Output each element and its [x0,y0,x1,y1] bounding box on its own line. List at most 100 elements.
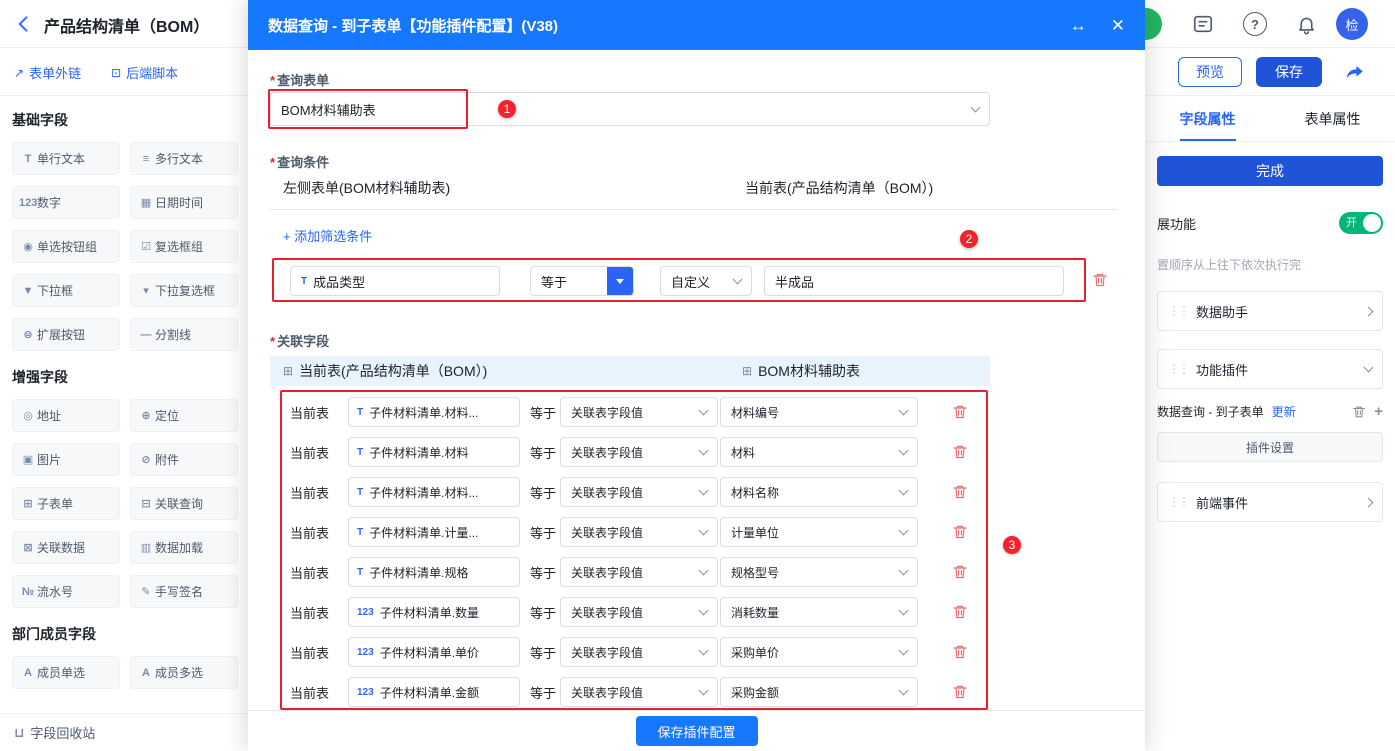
condition-right-header: 当前表(产品结构清单（BOM）) [745,178,933,198]
field-type-item[interactable]: ☑ 复选框组 [130,230,238,263]
app-panel-icon[interactable] [1191,12,1215,36]
field-type-item[interactable]: № 流水号 [12,575,120,608]
field-type-item[interactable]: ⊕ 定位 [130,399,238,432]
toolbar-link[interactable]: ⊡ 后端脚本 [111,63,178,82]
add-filter-link[interactable]: + 添加筛选条件 [283,226,372,245]
back-icon[interactable] [14,14,34,34]
row-delete-icon[interactable] [952,404,968,420]
field-type-item[interactable]: ▥ 数据加载 [130,531,238,564]
field-type-item[interactable]: — 分割线 [130,318,238,351]
save-plugin-config-button[interactable]: 保存插件配置 [636,716,758,746]
field-type-icon: ✎ [137,585,155,598]
toolbar-link[interactable]: ↗ 表单外链 [14,63,81,82]
source-field-select[interactable]: 123 子件材料清单.数量 [348,597,520,627]
properties-panel: 字段属性 表单属性 完成 展功能 开 置顺序从上往下依次执行完 ⋮⋮ 数据助手 … [1145,96,1395,751]
data-helper-section[interactable]: ⋮⋮ 数据助手 [1157,291,1383,331]
filter-delete-icon[interactable] [1092,272,1108,288]
page-title: 产品结构清单（BOM） [44,13,209,37]
target-field-select[interactable]: 规格型号 [720,557,918,587]
field-type-item[interactable]: ▼ 下拉框 [12,274,120,307]
relation-row: 当前表 T 子件材料清单.材料 等于 关联表字段值 材料 [270,432,1040,472]
expand-dialog-icon[interactable]: ↔ [1070,17,1087,34]
row-delete-icon[interactable] [952,444,968,460]
value-source-select[interactable]: 关联表字段值 [560,557,718,587]
field-type-item[interactable]: ≡ 多行文本 [130,142,238,175]
field-type-item[interactable]: ⊟ 关联查询 [130,487,238,520]
source-field-select[interactable]: 123 子件材料清单.金额 [348,677,520,707]
row-operator-label: 等于 [530,483,560,502]
tab-field-properties[interactable]: 字段属性 [1145,96,1270,141]
source-field-select[interactable]: T 子件材料清单.材料... [348,397,520,427]
extend-feature-toggle[interactable]: 开 [1339,212,1383,234]
tab-form-properties[interactable]: 表单属性 [1270,96,1395,141]
function-plugins-section[interactable]: ⋮⋮ 功能插件 [1157,349,1383,389]
target-field-select[interactable]: 采购单价 [720,637,918,667]
chevron-down-icon [899,646,909,656]
field-recycle-bin[interactable]: ⊔ 字段回收站 [0,713,250,751]
plugin-add-icon[interactable]: + [1374,405,1383,419]
plugin-settings-button[interactable]: 插件设置 [1157,432,1383,462]
plugin-delete-icon[interactable] [1352,405,1366,419]
target-field-select[interactable]: 材料编号 [720,397,918,427]
value-source-select[interactable]: 关联表字段值 [560,397,718,427]
filter-value-type-select[interactable]: 自定义 [660,266,752,296]
done-button[interactable]: 完成 [1157,156,1383,186]
field-type-item[interactable]: ▣ 图片 [12,443,120,476]
field-type-item[interactable]: ⊞ 子表单 [12,487,120,520]
row-delete-icon[interactable] [952,644,968,660]
value-source-select[interactable]: 关联表字段值 [560,677,718,707]
field-type-item[interactable]: ◎ 地址 [12,399,120,432]
field-type-item[interactable]: ✎ 手写签名 [130,575,238,608]
preview-button[interactable]: 预览 [1178,57,1242,87]
target-field-select[interactable]: 材料名称 [720,477,918,507]
relation-left-header-cell: ⊞ 当前表(产品结构清单（BOM）) [270,361,720,381]
field-type-item[interactable]: ⊠ 关联数据 [12,531,120,564]
user-avatar[interactable]: 检 [1336,8,1368,40]
field-type-item[interactable]: ▾ 下拉复选框 [130,274,238,307]
plugin-update-link[interactable]: 更新 [1272,403,1296,420]
save-button[interactable]: 保存 [1256,57,1322,87]
target-field-select[interactable]: 计量单位 [720,517,918,547]
notification-bell-icon[interactable] [1294,12,1318,36]
close-dialog-icon[interactable]: ✕ [1111,17,1125,34]
row-delete-icon[interactable] [952,524,968,540]
value-source-select[interactable]: 关联表字段值 [560,517,718,547]
field-type-item[interactable]: 123 数字 [12,186,120,219]
source-field-select[interactable]: T 子件材料清单.规格 [348,557,520,587]
target-field-select[interactable]: 材料 [720,437,918,467]
help-icon[interactable]: ? [1243,12,1267,36]
toolbar-link-label: 后端脚本 [126,63,178,82]
source-field-select[interactable]: 123 子件材料清单.单价 [348,637,520,667]
value-source-select[interactable]: 关联表字段值 [560,477,718,507]
target-field-select[interactable]: 采购金额 [720,677,918,707]
field-type-item[interactable]: ⊜ 扩展按钮 [12,318,120,351]
field-type-item[interactable]: A 成员多选 [130,656,238,689]
target-field-select[interactable]: 消耗数量 [720,597,918,627]
chevron-down-icon [899,526,909,536]
field-type-item[interactable]: ◉ 单选按钮组 [12,230,120,263]
field-type-label: 定位 [155,407,179,424]
query-form-select[interactable]: BOM材料辅助表 [270,92,990,126]
share-icon[interactable] [1344,61,1366,83]
source-field-select[interactable]: T 子件材料清单.计量... [348,517,520,547]
field-type-item[interactable]: T 单行文本 [12,142,120,175]
filter-field-select[interactable]: T 成品类型 [290,266,500,296]
row-delete-icon[interactable] [952,604,968,620]
value-source-select[interactable]: 关联表字段值 [560,437,718,467]
value-source-select[interactable]: 关联表字段值 [560,597,718,627]
field-type-item[interactable]: ▦ 日期时间 [130,186,238,219]
value-source-select[interactable]: 关联表字段值 [560,637,718,667]
annotation-badge-3: 3 [1003,536,1021,554]
field-type-item[interactable]: A 成员单选 [12,656,120,689]
source-field-select[interactable]: T 子件材料清单.材料... [348,477,520,507]
front-events-section[interactable]: ⋮⋮ 前端事件 [1157,482,1383,522]
row-delete-icon[interactable] [952,684,968,700]
source-field-select[interactable]: T 子件材料清单.材料 [348,437,520,467]
row-delete-icon[interactable] [952,484,968,500]
filter-value-input[interactable]: 半成品 [764,266,1064,296]
filter-operator-select[interactable]: 等于 [530,266,634,296]
target-field-value: 规格型号 [731,564,779,581]
field-type-item[interactable]: ⊘ 附件 [130,443,238,476]
target-field-value: 材料编号 [731,404,779,421]
row-delete-icon[interactable] [952,564,968,580]
